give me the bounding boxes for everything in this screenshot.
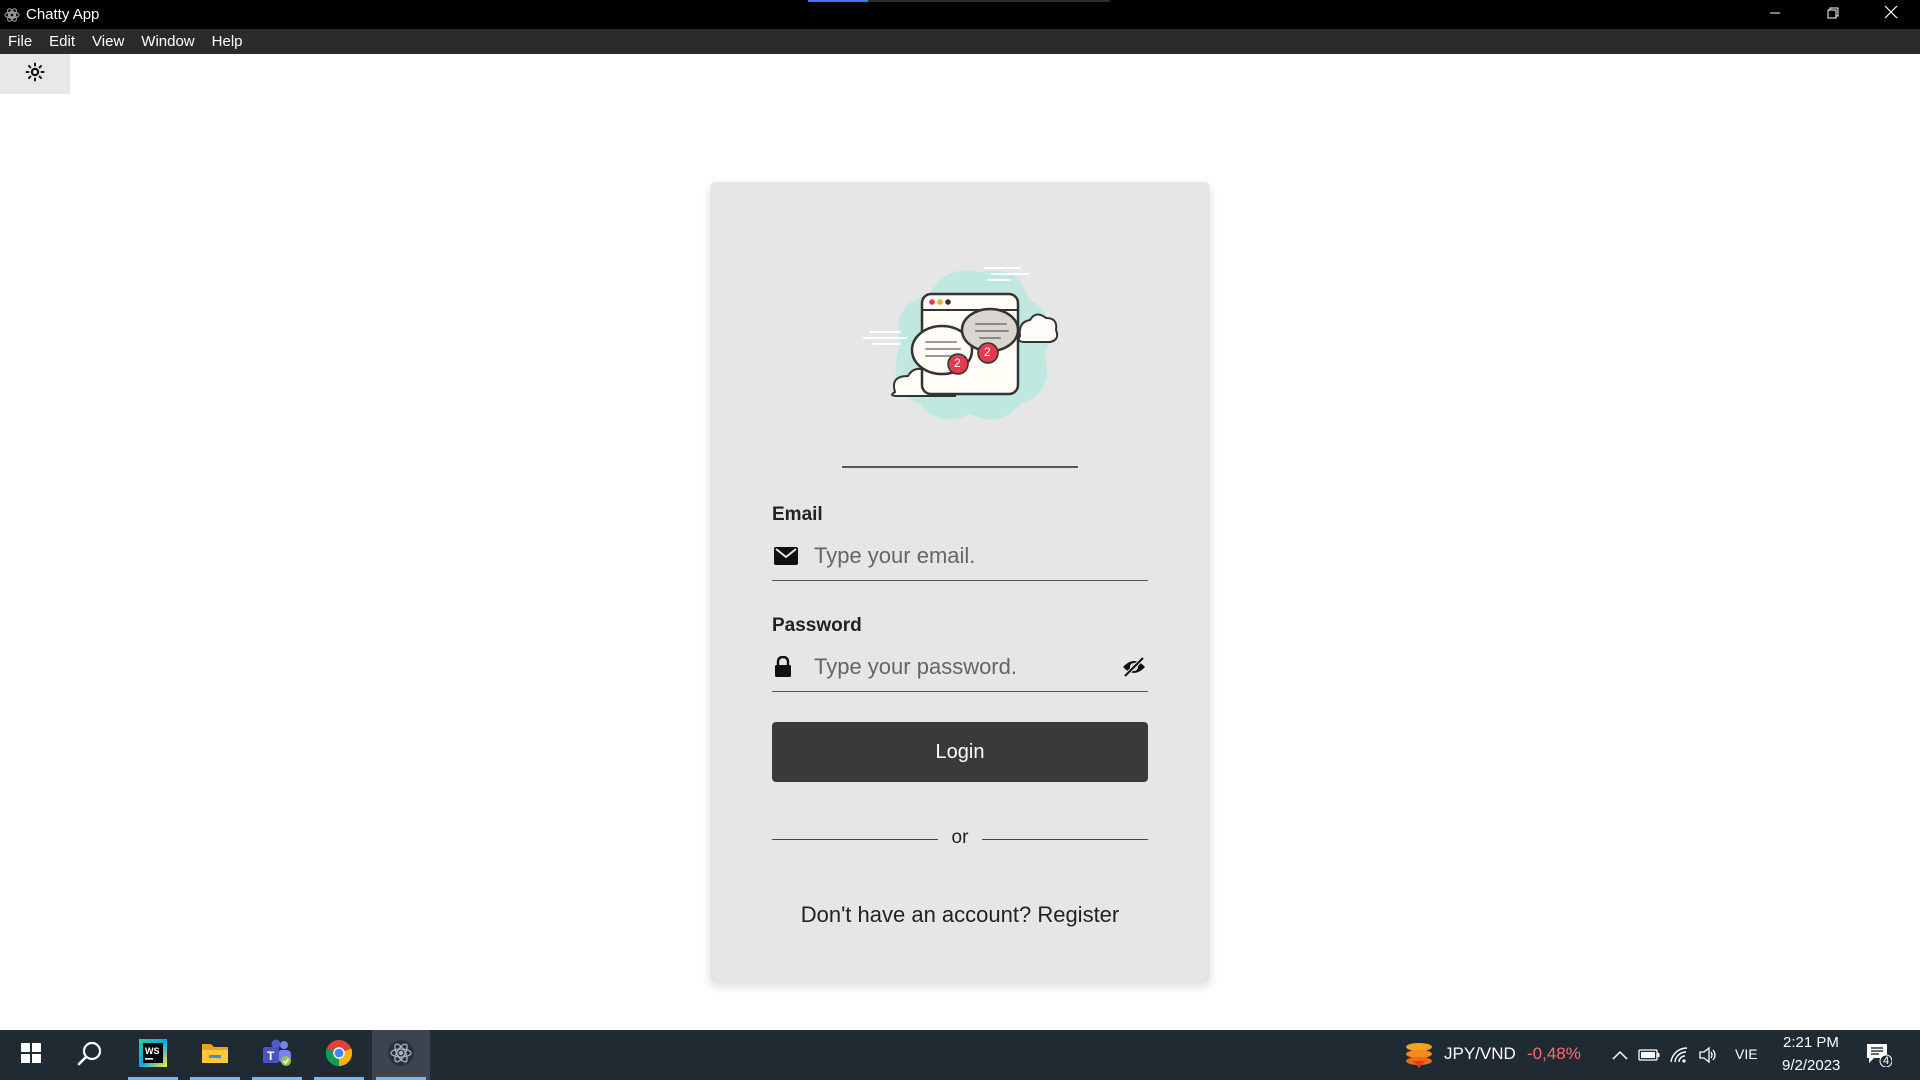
password-field-container [772,642,1148,692]
svg-text:WS: WS [145,1046,160,1056]
menu-view[interactable]: View [84,29,133,54]
chrome-icon [325,1039,353,1072]
electron-app-icon [387,1039,415,1072]
or-text: or [951,827,969,848]
webstorm-icon: WS [139,1038,167,1072]
or-separator: or [772,827,1148,851]
clock-date[interactable]: 9/2/2023 [1782,1057,1840,1074]
taskbar-webstorm[interactable]: WS [124,1030,182,1080]
menu-edit[interactable]: Edit [41,29,84,54]
close-button[interactable] [1862,0,1920,29]
taskbar-chatty-app[interactable] [372,1030,430,1080]
title-progress-indicator [808,0,1110,2]
search-icon [77,1040,103,1071]
wifi-icon[interactable] [1669,1045,1689,1065]
menu-file[interactable]: File [0,29,41,54]
close-icon [1884,5,1898,24]
restore-icon [1827,6,1839,24]
start-icon [21,1042,41,1068]
password-input[interactable] [814,653,1120,680]
lock-icon [774,655,802,678]
minimize-button[interactable] [1746,0,1804,29]
login-button[interactable]: Login [772,722,1148,782]
battery-icon[interactable] [1638,1045,1660,1065]
badge-left: 2 [954,356,961,370]
email-field-container [772,531,1148,581]
taskbar-file-explorer[interactable] [186,1030,244,1080]
language-indicator[interactable]: VIE [1735,1046,1758,1062]
teams-icon: T [262,1039,292,1072]
ticker-symbol: JPY/VND [1444,1044,1516,1063]
login-card: 2 2 Email Password [710,182,1210,983]
search-button[interactable] [61,1030,119,1080]
chat-illustration: 2 2 [860,254,1070,424]
or-line-right [982,839,1148,840]
badge-right: 2 [984,345,991,359]
taskbar-chrome[interactable] [310,1030,368,1080]
minimize-icon [1769,6,1781,24]
electron-app-icon [4,7,20,23]
taskbar-teams[interactable]: T [248,1030,306,1080]
menu-window[interactable]: Window [133,29,203,54]
volume-icon[interactable] [1698,1045,1718,1065]
chevron-up-icon[interactable] [1610,1045,1630,1065]
restore-button[interactable] [1804,0,1862,29]
clock-time[interactable]: 2:21 PM [1783,1034,1839,1051]
notification-count: 4 [1883,1055,1890,1067]
start-button[interactable] [2,1030,60,1080]
window-title: Chatty App [26,6,100,23]
title-bar: Chatty App [0,0,1920,29]
password-label: Password [772,615,862,636]
svg-text:T: T [267,1049,275,1063]
ticker-icon[interactable] [1404,1041,1434,1069]
menu-bar: File Edit View Window Help [0,29,1920,54]
file-explorer-icon [201,1041,229,1070]
theme-toggle-button[interactable] [0,54,70,94]
email-label: Email [772,504,823,525]
toggle-password-visibility-icon[interactable] [1120,656,1148,677]
email-input[interactable] [814,542,1148,569]
menu-help[interactable]: Help [204,29,252,54]
header-divider [842,466,1078,468]
sun-icon [25,62,45,87]
register-link[interactable]: Don't have an account? Register [710,902,1210,928]
taskbar: WS T JPY/VND -0,48% VIE 2:21 PM 9/2/2023… [0,1030,1920,1080]
ticker-change: -0,48% [1527,1044,1581,1063]
mail-icon [774,546,802,565]
